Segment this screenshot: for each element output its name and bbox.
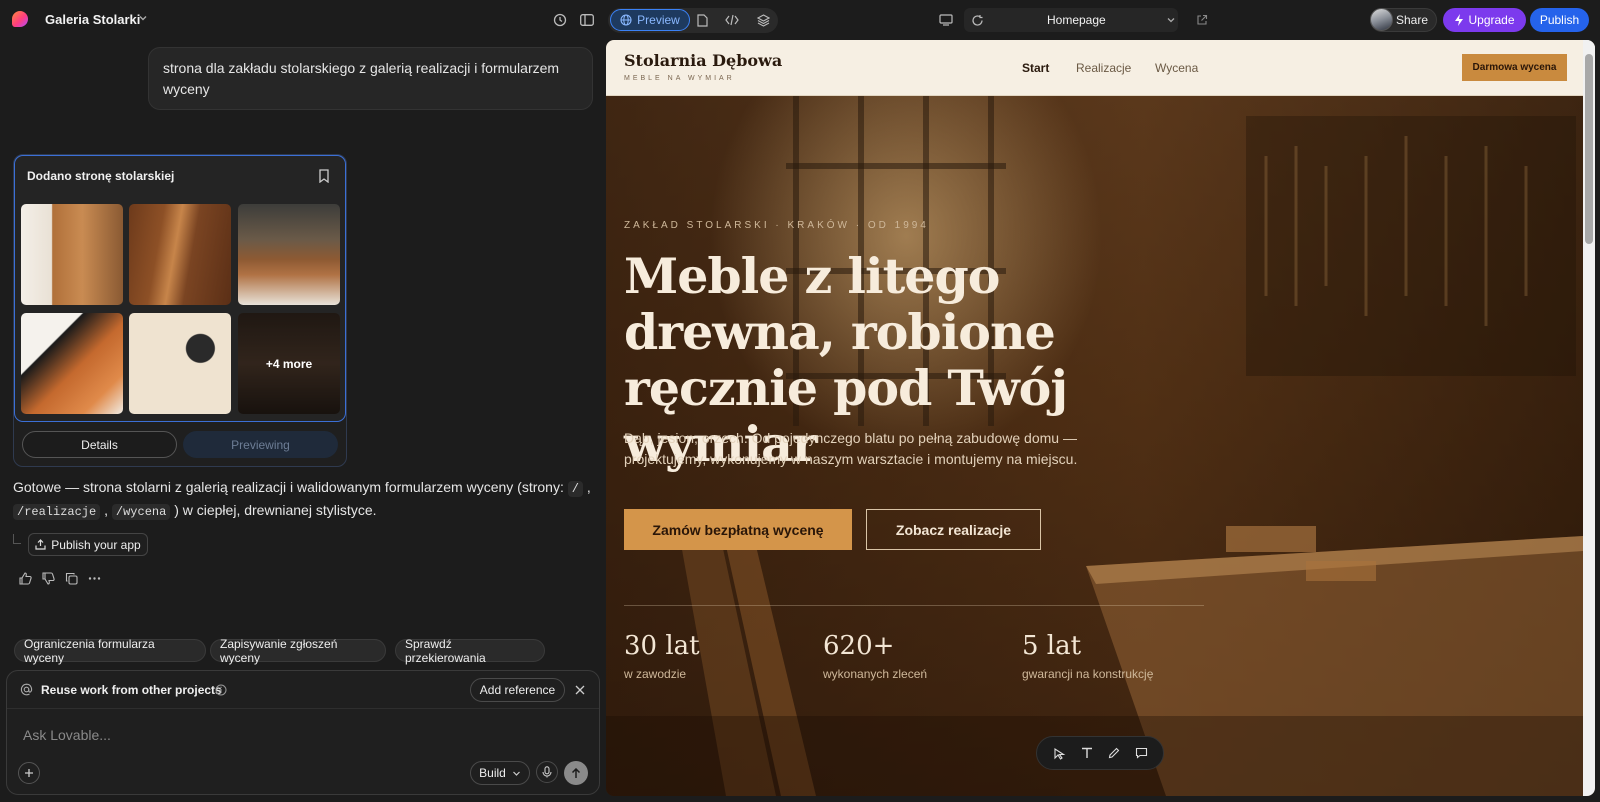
publish-app-label: Publish your app [51, 537, 141, 552]
stat-value: 5 lat [1022, 631, 1082, 661]
chevron-down-icon [512, 771, 520, 776]
divider [624, 605, 1204, 606]
file-icon[interactable] [690, 8, 714, 32]
desktop-icon[interactable] [934, 8, 958, 32]
gallery-thumbnail-wardrobe[interactable] [129, 204, 231, 305]
attach-button[interactable] [18, 762, 40, 784]
route-code: / [567, 481, 583, 497]
hero-lead: Dąb, jesion, orzech. Od pojedynczego bla… [624, 430, 1078, 467]
suggestion-chip[interactable]: Sprawdź przekierowania [395, 637, 545, 665]
publish-button[interactable]: Publish [1530, 8, 1589, 32]
user-message: strona dla zakładu stolarskiego z galeri… [148, 47, 593, 110]
lightning-icon [1455, 14, 1464, 26]
site-brand-tagline: MEBLE NA WYMIAR [624, 75, 735, 82]
thumbs-up-icon[interactable] [19, 572, 32, 585]
select-element-icon[interactable] [1053, 747, 1066, 760]
gallery-thumbnail-kitchen[interactable] [21, 204, 123, 305]
details-button[interactable]: Details [22, 431, 177, 458]
reuse-work-label: Reuse work from other projects [41, 683, 222, 697]
nav-link-start[interactable]: Start [1022, 61, 1049, 75]
mode-selector[interactable]: Build [470, 761, 530, 785]
upgrade-label: Upgrade [1468, 13, 1515, 27]
preview-frame[interactable]: Stolarnia Dębowa MEBLE NA WYMIAR Start R… [606, 40, 1595, 796]
nav-cta-button[interactable]: Darmowa wycena [1462, 54, 1567, 81]
stat-value: 30 lat [624, 631, 700, 661]
microphone-button[interactable] [536, 761, 558, 783]
nav-link-realizacje[interactable]: Realizacje [1076, 61, 1131, 75]
site-header: Stolarnia Dębowa MEBLE NA WYMIAR Start R… [606, 40, 1595, 96]
stat-value: 620+ [823, 631, 895, 661]
refresh-icon[interactable] [965, 8, 989, 32]
gallery-thumbnail-more[interactable]: +4 more [238, 313, 340, 414]
previewing-button[interactable]: Previewing [183, 431, 338, 458]
suggestion-chip[interactable]: Zapisywanie zgłoszeń wyceny [210, 637, 386, 665]
mode-label: Build [479, 766, 506, 780]
hero-eyebrow: ZAKŁAD STOLARSKI · KRAKÓW · OD 1994 [624, 220, 929, 231]
gallery-thumbnail-table[interactable] [238, 204, 340, 305]
send-button[interactable] [564, 761, 588, 785]
stat-label: wykonanych zleceń [823, 667, 928, 681]
site-brand[interactable]: Stolarnia Dębowa [624, 51, 782, 70]
route-code: /wycena [111, 504, 171, 520]
plus-icon [25, 769, 33, 777]
assistant-message: Gotowe — strona stolarni z galerią reali… [13, 479, 591, 520]
layers-icon[interactable] [751, 8, 775, 32]
scrollbar-thumb[interactable] [1585, 54, 1593, 244]
chevron-down-icon[interactable] [137, 12, 149, 24]
arrow-up-icon [571, 767, 581, 778]
hero-section: ZAKŁAD STOLARSKI · KRAKÓW · OD 1994 Mebl… [606, 96, 1583, 796]
stat-label: gwarancji na konstrukcję [1022, 667, 1154, 681]
text-icon[interactable] [1081, 747, 1093, 759]
feedback-actions [19, 572, 101, 586]
more-icon[interactable] [88, 572, 101, 585]
history-icon[interactable] [548, 8, 572, 32]
top-bar: Galeria Stolarki Preview Homepage Share … [0, 0, 1600, 40]
comment-icon[interactable] [1135, 747, 1148, 759]
upgrade-button[interactable]: Upgrade [1443, 8, 1526, 32]
order-quote-button[interactable]: Zamów bezpłatną wycenę [624, 509, 852, 550]
lovable-logo-icon[interactable] [12, 11, 28, 27]
publish-app-button[interactable]: Publish your app [28, 533, 148, 556]
suggestion-chip[interactable]: Ograniczenia formularza wyceny [14, 637, 206, 665]
microphone-icon [542, 766, 552, 778]
bookmark-icon[interactable] [318, 169, 330, 183]
sidebar-toggle-icon[interactable] [575, 8, 599, 32]
info-icon[interactable] [215, 684, 227, 696]
card-title: Dodano stronę stolarskiej [27, 169, 175, 183]
code-icon[interactable] [720, 8, 744, 32]
upload-icon [35, 539, 46, 550]
pencil-icon[interactable] [1108, 747, 1120, 759]
gallery-thumbnail-bathroom[interactable] [129, 313, 231, 414]
route-label: Homepage [1047, 13, 1106, 27]
thumbs-down-icon[interactable] [42, 572, 55, 585]
avatar[interactable] [1370, 8, 1393, 31]
chevron-down-icon[interactable] [1166, 15, 1176, 25]
stat-label: w zawodzie [624, 667, 687, 681]
share-label[interactable]: Share [1396, 13, 1428, 27]
chat-input[interactable] [23, 725, 583, 745]
edit-toolbar [1036, 736, 1164, 770]
tree-connector [13, 534, 21, 544]
preview-label: Preview [637, 13, 680, 27]
nav-link-wycena[interactable]: Wycena [1155, 61, 1198, 75]
add-reference-button[interactable]: Add reference [470, 678, 565, 702]
more-label: +4 more [238, 313, 340, 414]
at-sign-icon [20, 683, 33, 696]
copy-icon[interactable] [65, 572, 78, 585]
see-projects-button[interactable]: Zobacz realizacje [866, 509, 1041, 550]
project-name[interactable]: Galeria Stolarki [45, 12, 140, 27]
close-icon[interactable] [575, 685, 585, 695]
preview-button[interactable]: Preview [610, 9, 690, 31]
open-external-icon[interactable] [1190, 8, 1214, 32]
globe-icon [620, 14, 632, 26]
publish-label: Publish [1539, 13, 1580, 27]
route-code: /realizacje [13, 504, 101, 520]
gallery-thumbnail-stairs[interactable] [21, 313, 123, 414]
